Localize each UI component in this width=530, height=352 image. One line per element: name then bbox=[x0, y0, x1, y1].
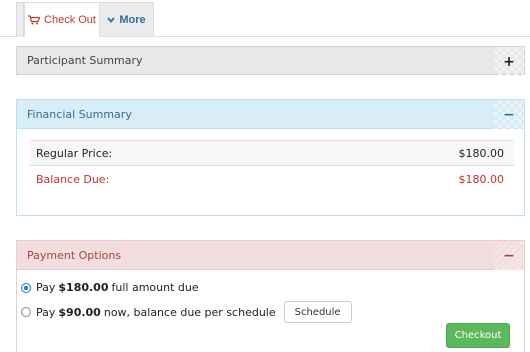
balance-due-label: Balance Due: bbox=[36, 172, 110, 186]
schedule-button[interactable]: Schedule bbox=[283, 301, 352, 323]
tab-more[interactable]: More bbox=[100, 2, 154, 37]
pay-partial-suffix: now, balance due per schedule bbox=[103, 305, 276, 319]
chevron-down-icon bbox=[107, 16, 116, 23]
collapse-icon[interactable]: − bbox=[494, 241, 524, 270]
pay-partial-prefix: Pay bbox=[36, 305, 56, 319]
pay-full-option[interactable]: Pay $180.00 full amount due bbox=[21, 281, 199, 294]
tab-check-out-label: Check Out bbox=[44, 13, 96, 26]
payment-options-panel: Payment Options − Pay $180.00 full amoun… bbox=[16, 240, 525, 352]
collapse-icon[interactable]: − bbox=[494, 100, 524, 129]
tab-more-label: More bbox=[119, 13, 146, 26]
pay-partial-radio[interactable] bbox=[21, 307, 31, 317]
table-row: Balance Due: $180.00 bbox=[30, 166, 514, 192]
payment-options-title: Payment Options bbox=[27, 248, 122, 262]
participant-summary-header[interactable]: Participant Summary + bbox=[16, 46, 525, 76]
financial-summary-header[interactable]: Financial Summary − bbox=[17, 100, 524, 129]
pay-full-prefix: Pay bbox=[36, 281, 56, 294]
pay-partial-option[interactable]: Pay $90.00 now, balance due per schedule… bbox=[21, 301, 352, 323]
participant-summary-title: Participant Summary bbox=[27, 54, 143, 67]
expand-icon[interactable]: + bbox=[494, 47, 524, 76]
tab-bar: Check Out More bbox=[0, 0, 530, 37]
financial-table: Regular Price: $180.00 Balance Due: $180… bbox=[30, 140, 514, 192]
pay-full-suffix: full amount due bbox=[111, 281, 199, 294]
tab-stub bbox=[16, 2, 24, 37]
tab-check-out[interactable]: Check Out bbox=[24, 2, 100, 37]
pay-full-radio[interactable] bbox=[21, 282, 31, 293]
regular-price-label: Regular Price: bbox=[36, 146, 113, 160]
payment-options-header[interactable]: Payment Options − bbox=[17, 241, 524, 270]
regular-price-value: $180.00 bbox=[458, 146, 505, 160]
cart-icon bbox=[28, 14, 41, 24]
participant-summary-panel: Participant Summary + bbox=[16, 46, 525, 76]
checkout-button[interactable]: Checkout bbox=[446, 323, 510, 348]
page: Check Out More Participant Summary + Fin… bbox=[0, 0, 530, 352]
table-row: Regular Price: $180.00 bbox=[30, 140, 514, 166]
financial-summary-title: Financial Summary bbox=[27, 107, 132, 121]
balance-due-value: $180.00 bbox=[458, 172, 505, 186]
pay-partial-amount: $90.00 bbox=[58, 305, 101, 319]
pay-full-amount: $180.00 bbox=[58, 281, 109, 294]
financial-summary-panel: Financial Summary − Regular Price: $180.… bbox=[16, 99, 525, 216]
